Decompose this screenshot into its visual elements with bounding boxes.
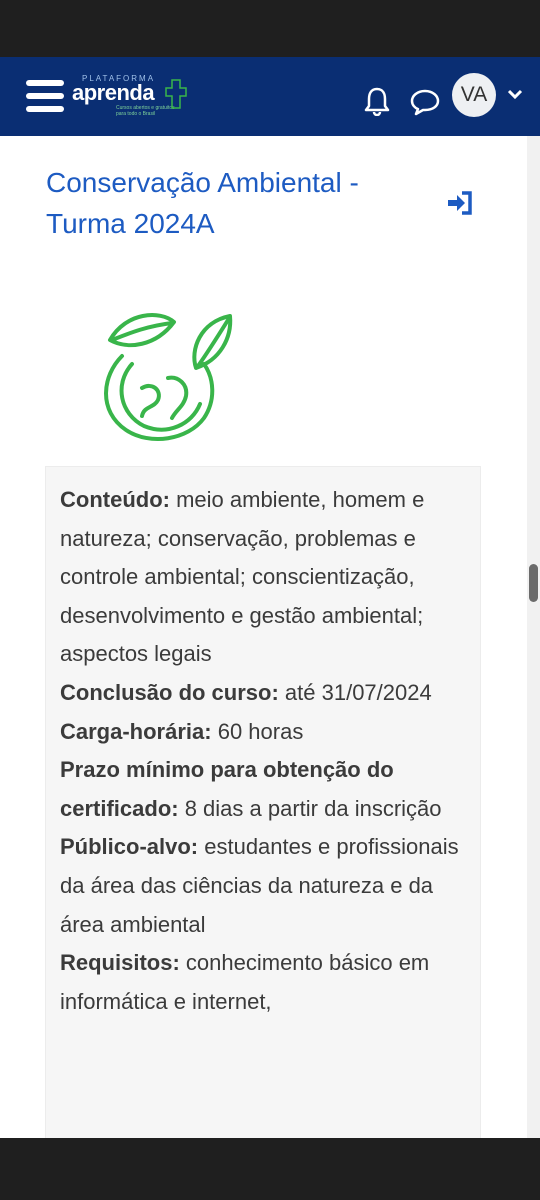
workload-label: Carga-horária:: [60, 718, 212, 744]
chat-icon[interactable]: [409, 88, 441, 116]
system-navigation-bar: [0, 1138, 540, 1200]
enter-course-icon[interactable]: [446, 190, 474, 216]
menu-icon[interactable]: [26, 80, 64, 112]
course-title[interactable]: Conservação Ambiental - Turma 2024A: [46, 162, 426, 244]
course-summary-box: Conteúdo: meio ambiente, homem e naturez…: [45, 466, 481, 1138]
content-value: meio ambiente, homem e natureza; conserv…: [60, 487, 425, 667]
summary-audience-line: Público-alvo: estudantes e profissionais…: [60, 828, 460, 944]
conclusion-value: até 31/07/2024: [278, 679, 432, 705]
summary-content-line: Conteúdo: meio ambiente, homem e naturez…: [60, 481, 460, 674]
summary-requirements-line: Requisitos: conhecimento básico em infor…: [60, 944, 460, 1021]
user-avatar[interactable]: VA: [452, 73, 496, 117]
globe-leaves-icon: [104, 313, 233, 442]
content-label: Conteúdo:: [60, 487, 170, 512]
bell-icon[interactable]: [363, 86, 391, 116]
scrollbar-track[interactable]: [527, 136, 540, 1138]
audience-label: Público-alvo:: [60, 834, 199, 860]
requirements-label: Requisitos:: [60, 950, 180, 976]
summary-workload-line: Carga-horária: 60 horas: [60, 713, 460, 752]
platform-logo[interactable]: PLATAFORMA aprenda Cursos abertos e grat…: [72, 70, 192, 120]
deadline-value: 8 dias a partir da inscrição: [178, 795, 442, 821]
main-content: Conservação Ambiental - Turma 2024A Cont…: [0, 136, 527, 1138]
course-summary-text: Conteúdo: meio ambiente, homem e naturez…: [60, 481, 460, 1021]
logo-cross-icon: [165, 79, 187, 109]
workload-value: 60 horas: [211, 718, 304, 744]
scrollbar-thumb[interactable]: [529, 564, 538, 602]
logo-name: aprenda: [72, 80, 155, 105]
conclusion-label: Conclusão do curso:: [60, 679, 279, 705]
summary-deadline-line: Prazo mínimo para obtenção do certificad…: [60, 751, 460, 828]
chevron-down-icon[interactable]: [507, 88, 523, 100]
summary-conclusion-line: Conclusão do curso: até 31/07/2024: [60, 674, 460, 713]
status-bar: [0, 0, 540, 57]
